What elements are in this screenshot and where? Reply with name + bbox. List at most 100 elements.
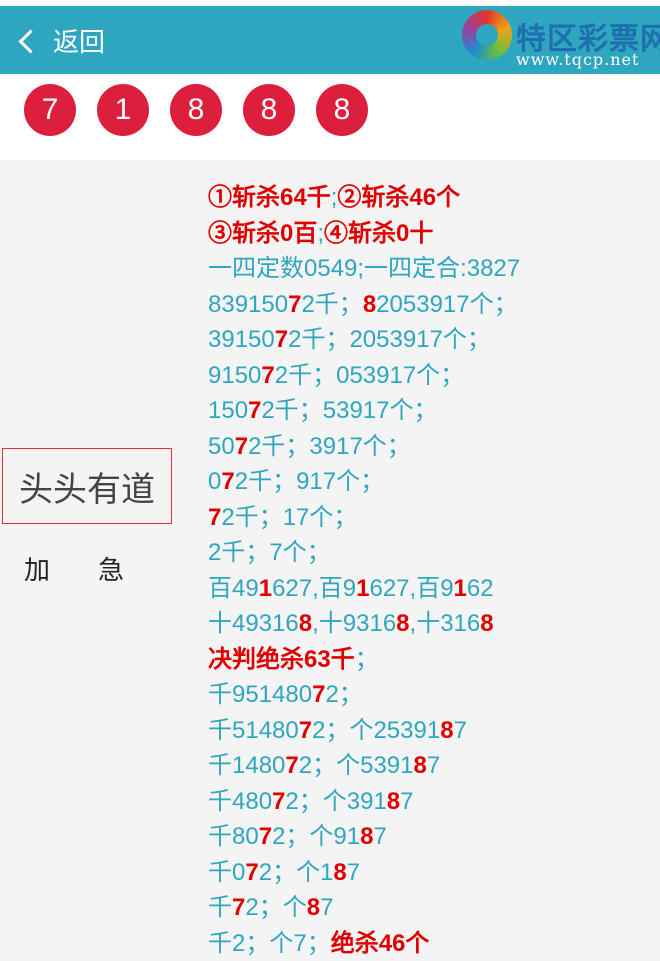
prediction-line: ③斩杀0百;④斩杀0十 [208,216,658,252]
highlight-text: 决判绝杀63千 [208,646,355,673]
line-text: 150 [208,397,248,424]
number-ball: 1 [97,84,149,136]
highlight-text: 8 [307,894,320,921]
status-strip [0,0,660,6]
line-text: 千951480 [208,681,312,708]
line-text: 2千；17个； [221,504,357,531]
sidebar-title: 头头有道 [2,448,172,524]
line-text: ,十316 [410,610,481,637]
highlight-text: ①斩杀64千 [208,184,331,211]
line-text: 7 [400,788,413,815]
line-text: 39150 [208,326,275,353]
highlight-text: 8 [360,823,373,850]
highlight-text: 7 [245,859,258,886]
line-text: 2千；7个； [208,539,331,566]
line-text: 千80 [208,823,259,850]
line-text: 0 [208,468,221,495]
logo-url-text: www.tqcp.net [516,50,639,69]
prediction-line: 千2；个7；绝杀46个 [208,926,658,961]
highlight-text: 8 [299,610,312,637]
line-text: 千1480 [208,752,285,779]
line-text: 千0 [208,859,245,886]
line-text: 62 [467,575,494,602]
highlight-text: 7 [259,823,272,850]
highlight-text: 8 [363,291,376,318]
line-text: 7 [373,823,386,850]
highlight-text: 8 [414,752,427,779]
prediction-line: 千72；个87 [208,890,658,926]
prediction-line: 千072；个187 [208,855,658,891]
line-text: 2千；3917个； [248,433,411,460]
line-text: 2千； [301,291,362,318]
highlight-text: 7 [235,433,248,460]
prediction-line: ①斩杀64千;②斩杀46个 [208,180,658,216]
highlight-text: 7 [221,468,234,495]
line-text: 2；个391 [285,788,386,815]
highlight-text: 8 [333,859,346,886]
line-text: 2；个 [245,894,306,921]
number-row: 7 1 8 8 8 [0,74,660,160]
highlight-text: 1 [454,575,467,602]
prediction-line: 83915072千；82053917个； [208,287,658,323]
highlight-text: 8 [396,610,409,637]
highlight-text: 7 [275,326,288,353]
line-text: 627,百9 [369,575,453,602]
highlight-text: 8 [387,788,400,815]
prediction-line: 千8072；个9187 [208,819,658,855]
line-text: 2；个1 [259,859,334,886]
prediction-line: 千148072；个539187 [208,748,658,784]
line-text: 2千；2053917个； [288,326,491,353]
prediction-line: 5072千；3917个； [208,429,658,465]
prediction-line: 2千；7个； [208,535,658,571]
line-text: 2千；053917个； [275,362,464,389]
back-button[interactable]: 返回 [22,20,105,60]
prediction-line: 十493168,十93168,十3168 [208,606,658,642]
line-text: 627,百9 [272,575,356,602]
line-text: 2；个91 [272,823,360,850]
highlight-text: ②斩杀46个 [337,184,460,211]
highlight-text: ④斩杀0十 [324,220,433,247]
prediction-line: 千5148072；个2539187 [208,713,658,749]
line-text: 7 [427,752,440,779]
line-text: 一四定数0549;一四定合:3827 [208,255,520,282]
number-ball: 8 [170,84,222,136]
line-text: 7 [347,859,360,886]
prediction-line: 决判绝杀63千； [208,642,658,678]
prediction-line: 15072千；53917个； [208,393,658,429]
highlight-text: 7 [208,504,221,531]
highlight-text: 7 [261,362,274,389]
prediction-line: 3915072千；2053917个； [208,322,658,358]
highlight-text: 7 [248,397,261,424]
number-ball: 8 [316,84,368,136]
line-text: 7 [454,717,467,744]
line-text: 千480 [208,788,272,815]
highlight-text: ③斩杀0百 [208,220,317,247]
line-text: 9150 [208,362,261,389]
line-text: 千51480 [208,717,299,744]
site-logo[interactable]: 特区彩票网 www.tqcp.net [458,10,658,72]
line-text: ,十9316 [312,610,396,637]
prediction-line: 072千；917个； [208,464,658,500]
highlight-text: 7 [288,291,301,318]
line-text: 2；个25391 [312,717,440,744]
line-text: 2千；917个； [235,468,384,495]
line-text: 千 [208,894,232,921]
highlight-text: 7 [232,894,245,921]
line-text: 7 [320,894,333,921]
line-text: 2千；53917个； [261,397,437,424]
highlight-text: 8 [480,610,493,637]
line-text: 2053917个； [376,291,517,318]
line-text: 50 [208,433,235,460]
line-text: 十49316 [208,610,299,637]
highlight-text: 7 [299,717,312,744]
prediction-line: 915072千；053917个； [208,358,658,394]
highlight-text: 7 [312,681,325,708]
prediction-line: 一四定数0549;一四定合:3827 [208,251,658,287]
line-text: ； [355,646,379,673]
line-text: 2； [325,681,362,708]
line-text: 千2；个7； [208,930,331,957]
number-ball: 7 [24,84,76,136]
highlight-text: 1 [259,575,272,602]
highlight-text: 8 [440,717,453,744]
back-label: 返回 [53,22,105,59]
